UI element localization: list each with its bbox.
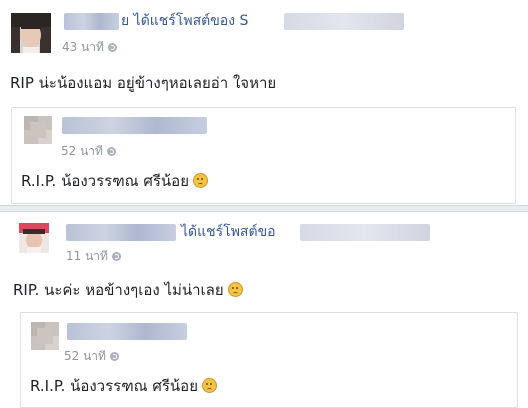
post-timestamp[interactable]: 52 นาที	[61, 144, 116, 158]
shared-post-text-content: R.I.P. น้องวรรฑณ ศรีน้อย	[30, 377, 198, 395]
avatar[interactable]	[31, 322, 59, 350]
feed-post: ย ได้แชร์โพสต์ของ S 43 นาที RIP น่ะน้องแ…	[0, 0, 528, 206]
author-name-redacted[interactable]	[67, 323, 187, 340]
post-timestamp[interactable]: 43 นาที	[62, 40, 117, 54]
shared-post-body: R.I.P. น้องวรรฑณ ศรีน้อย	[21, 172, 208, 190]
post-time-text: 52 นาที	[64, 349, 106, 363]
crying-face-icon	[227, 282, 243, 297]
post-body-text: RIP. นะค่ะ หอข้างๆเอง ไม่น่าเลย	[13, 281, 224, 299]
post-time-text: 11 นาที	[66, 249, 108, 263]
author-name-redacted[interactable]	[64, 13, 119, 30]
shared-post-card[interactable]: 52 นาที R.I.P. น้องวรรฑณ ศรีน้อย	[20, 312, 518, 408]
post-time-text: 52 นาที	[61, 144, 103, 158]
author-name-redacted[interactable]	[66, 224, 176, 241]
post-timestamp[interactable]: 11 นาที	[66, 249, 121, 263]
crying-face-icon	[192, 173, 208, 188]
globe-icon	[107, 43, 117, 52]
post-timestamp[interactable]: 52 นาที	[64, 349, 119, 363]
avatar[interactable]	[11, 13, 51, 53]
feed-separator	[0, 205, 528, 212]
page-name-redacted[interactable]	[300, 224, 430, 241]
post-body: RIP น่ะน้องแอม อยู่ข้างๆหอเลยอ่า ใจหาย	[10, 74, 277, 92]
shared-post-caption: ย ได้แชร์โพสต์ของ S	[121, 13, 248, 30]
globe-icon	[111, 252, 121, 261]
feed-post: ได้แชร์โพสต์ขอ 11 นาที RIP. นะค่ะ หอข้าง…	[0, 212, 528, 408]
shared-post-card[interactable]: 52 นาที R.I.P. น้องวรรฑณ ศรีน้อย	[11, 107, 516, 204]
avatar[interactable]	[24, 116, 52, 144]
post-time-text: 43 นาที	[62, 40, 104, 54]
author-name-redacted[interactable]	[62, 117, 207, 134]
shared-post-body: R.I.P. น้องวรรฑณ ศรีน้อย	[30, 377, 217, 395]
avatar[interactable]	[19, 223, 49, 253]
shared-post-text: ย ได้แชร์โพสต์ของ S	[121, 13, 249, 29]
shared-post-text: ได้แชร์โพสต์ขอ	[181, 224, 276, 240]
shared-post-text-content: R.I.P. น้องวรรฑณ ศรีน้อย	[21, 172, 189, 190]
globe-icon	[106, 147, 116, 156]
globe-icon	[109, 352, 119, 361]
page-name-redacted[interactable]	[284, 13, 404, 30]
shared-post-caption: ได้แชร์โพสต์ขอ	[181, 224, 276, 241]
crying-face-icon	[201, 378, 217, 393]
post-body: RIP. นะค่ะ หอข้างๆเอง ไม่น่าเลย	[13, 281, 243, 299]
